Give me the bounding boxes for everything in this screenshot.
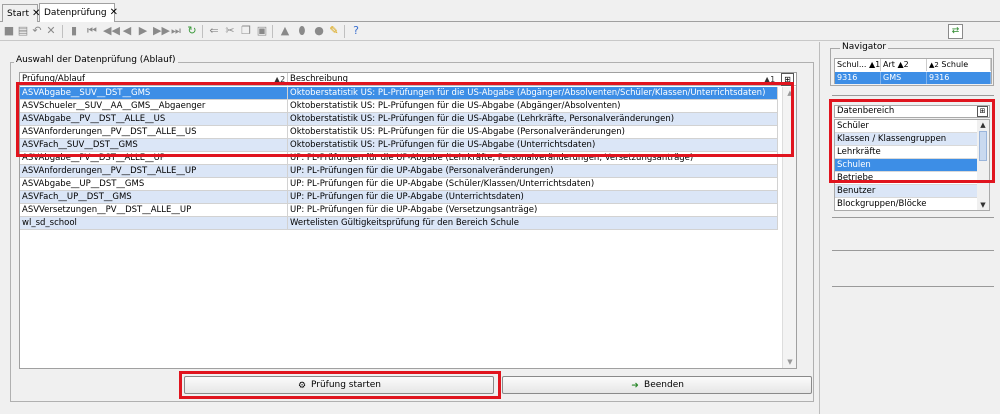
tab-start-label: Start <box>7 9 29 19</box>
nav-cell[interactable]: 9316 <box>927 72 991 84</box>
toolbar: ■ ▤ ↶ ✕ ▮ ⏮ ◀◀ ◀ ▶ ▶▶ ⏭ ↻ ⇐ ✂ ❐ ▣ ▲ ⬮ ● … <box>0 22 1000 41</box>
nav-cell[interactable]: GMS <box>881 72 927 84</box>
beschreibung-cell[interactable]: UP: PL-Prüfungen für die UP-Abgabe (Pers… <box>288 165 778 178</box>
navigator-grid: Schul... ▲1 Art ▲2 ▲2 Schule 9316 GMS 93… <box>834 58 992 84</box>
beschreibung-cell[interactable]: UP: PL-Prüfungen für die UP-Abgabe (Vers… <box>288 204 778 217</box>
next-record-icon[interactable]: ▶ <box>137 25 149 37</box>
list-item[interactable]: Benutzer <box>835 185 977 198</box>
paste-icon[interactable]: ▣ <box>256 25 268 37</box>
table-row[interactable]: ASVVersetzungen__PV__DST__ALLE__UP UP: PL… <box>20 204 796 217</box>
end-label: Beenden <box>644 380 684 390</box>
print-icon[interactable]: ▲ <box>279 25 291 37</box>
navigator-title: Navigator <box>840 42 889 52</box>
new-record-icon[interactable]: ▮ <box>68 25 80 37</box>
side-panel <box>826 42 1000 414</box>
delete-icon[interactable]: ✕ <box>45 25 57 37</box>
nav-cell[interactable]: 9316 <box>835 72 881 84</box>
help-icon[interactable]: ? <box>350 25 362 37</box>
tab-datenpruefung[interactable]: Datenprüfung ✕ <box>39 3 118 23</box>
cut-icon[interactable]: ✂ <box>224 25 236 37</box>
toolbar-separator <box>62 25 63 38</box>
highlight-box <box>16 82 794 157</box>
close-icon[interactable]: ✕ <box>110 7 118 18</box>
save-icon[interactable]: ■ <box>3 25 15 37</box>
sort-asc-icon: ▲2 <box>929 61 939 69</box>
main-panel: Auswahl der Datenprüfung (Ablauf) Prüfun… <box>0 42 820 414</box>
highlight-box <box>179 371 501 399</box>
toolbar-separator <box>202 25 203 38</box>
save-all-icon[interactable]: ▤ <box>17 25 29 37</box>
nav-column-schulnummer[interactable]: Schul... ▲1 <box>835 59 881 71</box>
pruefung-cell[interactable]: ASVAnforderungen__PV__DST__ALLE__UP <box>20 165 288 178</box>
beschreibung-cell[interactable]: UP: PL-Prüfungen für die UP-Abgabe (Unte… <box>288 191 778 204</box>
bulb-icon[interactable]: ● <box>313 25 325 37</box>
table-row[interactable]: ASVFach__UP__DST__GMS UP: PL-Prüfungen fü… <box>20 191 796 204</box>
beschreibung-cell[interactable]: UP: PL-Prüfungen für die UP-Abgabe (Schü… <box>288 178 778 191</box>
divider <box>832 95 994 96</box>
group-title: Auswahl der Datenprüfung (Ablauf) <box>14 55 178 65</box>
divider <box>832 286 994 287</box>
divider <box>832 217 994 218</box>
tab-bar: Start ✕ Datenprüfung ✕ <box>0 0 1000 23</box>
nav-column-label: Schule <box>941 60 969 69</box>
previous-record-icon[interactable]: ◀ <box>121 25 133 37</box>
scroll-down-icon[interactable]: ▼ <box>785 357 795 367</box>
table-row[interactable]: wl_sd_school Wertelisten Gültigkeitsprüfu… <box>20 217 796 230</box>
tab-start[interactable]: Start ✕ <box>2 4 40 22</box>
export-icon[interactable]: ⇄ <box>948 24 963 39</box>
exit-icon: ➜ <box>631 381 639 391</box>
sort-asc-icon: ▲2 <box>897 60 909 69</box>
copy-icon[interactable]: ❐ <box>240 25 252 37</box>
refresh-icon[interactable]: ↻ <box>186 25 198 37</box>
clean-icon[interactable]: ✎ <box>328 25 340 37</box>
table-row[interactable]: ASVAnforderungen__PV__DST__ALLE__UP UP: P… <box>20 165 796 178</box>
next-page-icon[interactable]: ▶▶ <box>153 25 170 37</box>
toolbar-separator <box>272 25 273 38</box>
pruefung-cell[interactable]: wl_sd_school <box>20 217 288 230</box>
table-row[interactable]: ASVAbgabe__UP__DST__GMS UP: PL-Prüfungen … <box>20 178 796 191</box>
tab-datenpruefung-label: Datenprüfung <box>44 8 107 18</box>
first-record-icon[interactable]: ⏮ <box>86 25 98 37</box>
divider <box>832 250 994 251</box>
nav-column-label: Schul... <box>837 60 867 69</box>
nav-column-label: Art <box>883 60 895 69</box>
nav-column-art[interactable]: Art ▲2 <box>881 59 927 71</box>
scroll-down-icon[interactable]: ▼ <box>978 200 988 210</box>
pruefung-cell[interactable]: ASVVersetzungen__PV__DST__ALLE__UP <box>20 204 288 217</box>
database-icon[interactable]: ⬮ <box>296 25 308 37</box>
pruefung-cell[interactable]: ASVFach__UP__DST__GMS <box>20 191 288 204</box>
list-item[interactable]: Blockgruppen/Blöcke <box>835 198 977 210</box>
toolbar-separator <box>344 25 345 38</box>
highlight-box <box>829 99 995 183</box>
undo-icon[interactable]: ↶ <box>31 25 43 37</box>
pruefung-cell[interactable]: ASVAbgabe__UP__DST__GMS <box>20 178 288 191</box>
sort-asc-icon: ▲1 <box>869 60 881 69</box>
end-button[interactable]: ➜ Beenden <box>502 376 812 394</box>
nav-column-schule[interactable]: ▲2 Schule <box>927 59 991 71</box>
beschreibung-cell[interactable]: Wertelisten Gültigkeitsprüfung für den B… <box>288 217 778 230</box>
last-record-icon[interactable]: ⏭ <box>170 25 182 37</box>
previous-page-icon[interactable]: ◀◀ <box>103 25 120 37</box>
back-icon[interactable]: ⇐ <box>208 25 220 37</box>
